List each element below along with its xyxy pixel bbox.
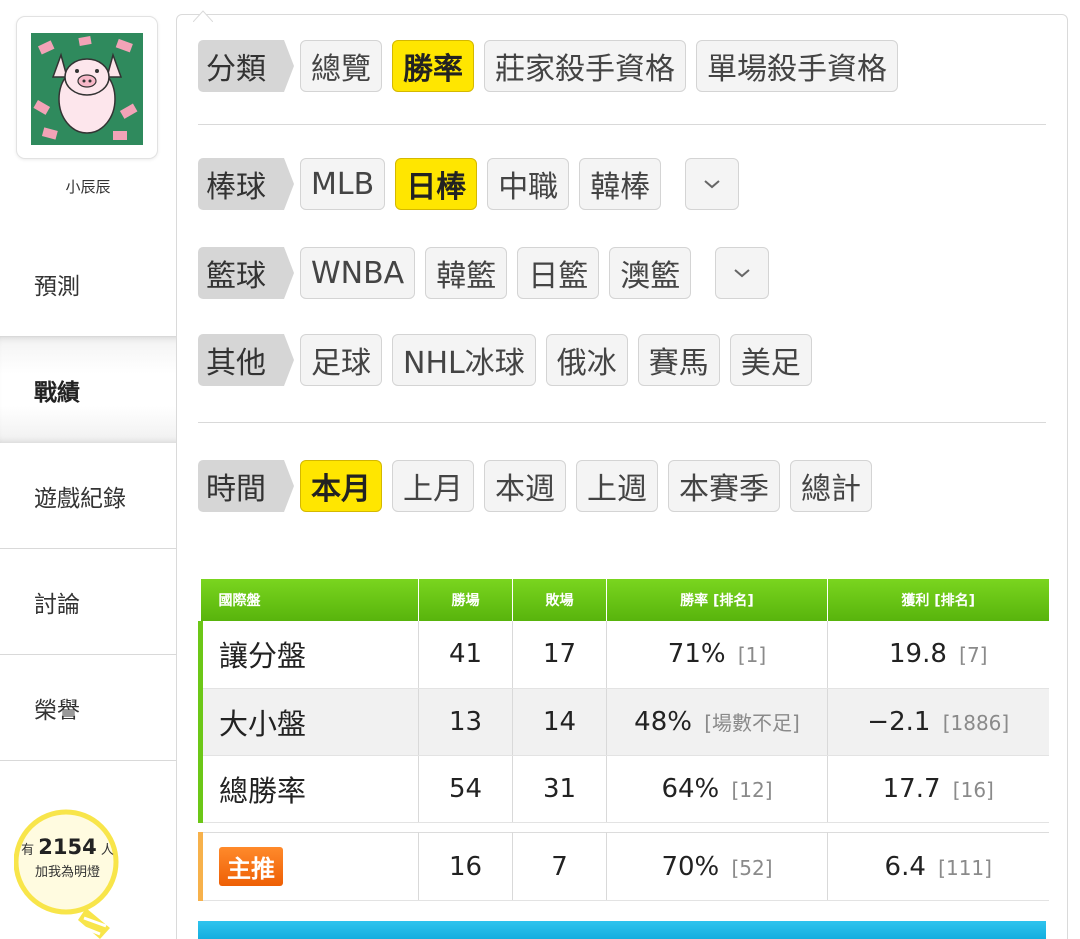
cell-win-rate: 64% [12] [606, 755, 828, 823]
cell-losses: 14 [512, 688, 607, 756]
rank: [1] [737, 643, 767, 668]
row-name: 總勝率 [198, 755, 419, 823]
row-name: 讓分盤 [198, 621, 419, 689]
cell-profit: −2.1 [1886] [827, 688, 1049, 756]
chip-bleague[interactable]: 日籃 [517, 247, 600, 299]
nav-game-history[interactable]: 遊戲紀錄 [0, 443, 176, 549]
chevron-down-icon [734, 269, 750, 278]
chip-kbl[interactable]: 韓籃 [425, 247, 508, 299]
rank: [52] [731, 855, 773, 880]
chip-horse-racing[interactable]: 賽馬 [637, 334, 720, 386]
username: 小辰辰 [65, 178, 111, 196]
divider [198, 422, 1046, 423]
time-label: 時間 [198, 460, 294, 512]
cell-win-rate: 48% [場數不足] [606, 688, 828, 756]
rank: [12] [731, 777, 773, 802]
chip-this-month[interactable]: 本月 [300, 460, 382, 512]
col-header-market: 國際盤 [200, 579, 419, 621]
table-header-row: 國際盤 勝場 敗場 勝率 [排名] 獲利 [排名] [200, 579, 1049, 621]
other-label: 其他 [198, 334, 294, 386]
chip-khl[interactable]: 俄冰 [545, 334, 628, 386]
chip-nhl[interactable]: NHL冰球 [392, 334, 536, 386]
chip-wnba[interactable]: WNBA [300, 247, 416, 299]
chip-this-season[interactable]: 本賽季 [668, 460, 780, 512]
basketball-filter-row: 籃球 WNBA 韓籃 日籃 澳籃 [198, 247, 779, 299]
basketball-label: 籃球 [198, 247, 294, 299]
main-pick-badge[interactable]: 主推 [219, 847, 283, 886]
cell-win-rate: 71% [1] [606, 621, 828, 689]
cell-wins: 13 [418, 688, 513, 756]
next-table-header [198, 921, 1046, 939]
chip-this-week[interactable]: 本週 [484, 460, 566, 512]
nav-record[interactable]: 戰績 [0, 337, 182, 443]
panel-pointer [193, 10, 213, 22]
divider [198, 124, 1046, 125]
table-row: 總勝率 54 31 64% [12] 17.7 [16] [198, 755, 1049, 823]
chip-cpbl[interactable]: 中職 [487, 158, 570, 210]
rank: [16] [952, 777, 994, 802]
time-filter-row: 時間 本月 上月 本週 上週 本賽季 總計 [198, 460, 882, 512]
category-label: 分類 [198, 40, 294, 92]
chip-mlb[interactable]: MLB [300, 158, 386, 210]
pig-avatar-image [31, 33, 143, 145]
baseball-more-button[interactable] [685, 158, 740, 210]
basketball-more-button[interactable] [715, 247, 770, 299]
rank: [場數不足] [704, 710, 800, 735]
rank: [1886] [942, 710, 1010, 735]
cell-wins: 16 [418, 832, 513, 901]
chevron-down-icon [704, 180, 720, 189]
cell-losses: 7 [512, 832, 607, 901]
cell-wins: 41 [418, 621, 513, 689]
chip-win-rate[interactable]: 勝率 [392, 40, 474, 92]
cell-wins: 54 [418, 755, 513, 823]
chip-last-week[interactable]: 上週 [576, 460, 658, 512]
nav-predict[interactable]: 預測 [0, 231, 176, 337]
stats-table: 國際盤 勝場 敗場 勝率 [排名] 獲利 [排名] 讓分盤 41 17 71% … [198, 579, 1049, 823]
cell-losses: 31 [512, 755, 607, 823]
light-cta: 加我為明燈 [34, 865, 100, 880]
cell-losses: 17 [512, 621, 607, 689]
baseball-label: 棒球 [198, 158, 294, 210]
chip-total[interactable]: 總計 [790, 460, 872, 512]
other-filter-row: 其他 足球 NHL冰球 俄冰 賽馬 美足 [198, 334, 822, 386]
row-name: 大小盤 [198, 688, 419, 756]
sidebar: 小辰辰 預測 戰績 遊戲紀錄 討論 榮譽 有 2154 人 加我為明燈 [0, 0, 182, 939]
table-row: 讓分盤 41 17 71% [1] 19.8 [7] [198, 621, 1049, 689]
cell-profit: 6.4 [111] [827, 832, 1049, 901]
col-header-profit: 獲利 [排名] [827, 579, 1049, 621]
nav-discussion[interactable]: 討論 [0, 549, 176, 655]
chip-kbo[interactable]: 韓棒 [579, 158, 662, 210]
table-row: 大小盤 13 14 48% [場數不足] −2.1 [1886] [198, 688, 1049, 756]
rank: [111] [938, 855, 992, 880]
chip-banker-killer[interactable]: 莊家殺手資格 [484, 40, 686, 92]
chip-last-month[interactable]: 上月 [392, 460, 474, 512]
chip-single-killer[interactable]: 單場殺手資格 [696, 40, 898, 92]
main-pick-table: 主推 16 7 70% [52] 6.4 [111] [198, 832, 1049, 901]
col-header-wins: 勝場 [418, 579, 513, 621]
chip-nfl[interactable]: 美足 [729, 334, 812, 386]
light-follow-button[interactable]: 有 2154 人 加我為明燈 [0, 836, 135, 884]
rank: [7] [959, 643, 988, 668]
chip-overview[interactable]: 總覽 [300, 40, 382, 92]
cell-profit: 17.7 [16] [827, 755, 1049, 823]
chip-npb[interactable]: 日棒 [395, 158, 478, 210]
col-header-win-rate: 勝率 [排名] [606, 579, 828, 621]
cell-win-rate: 70% [52] [606, 832, 828, 901]
baseball-filter-row: 棒球 MLB 日棒 中職 韓棒 [198, 158, 749, 210]
light-count: 有 2154 人 [21, 835, 114, 859]
table-row: 主推 16 7 70% [52] 6.4 [111] [198, 832, 1049, 901]
col-header-losses: 敗場 [512, 579, 607, 621]
cell-profit: 19.8 [7] [827, 621, 1049, 689]
nav-honors[interactable]: 榮譽 [0, 655, 176, 761]
category-filter-row: 分類 總覽 勝率 莊家殺手資格 單場殺手資格 [198, 40, 908, 92]
avatar[interactable] [16, 16, 158, 159]
chip-soccer[interactable]: 足球 [300, 334, 382, 386]
chip-nbl[interactable]: 澳籃 [609, 247, 692, 299]
main-pick-cell: 主推 [198, 832, 419, 901]
